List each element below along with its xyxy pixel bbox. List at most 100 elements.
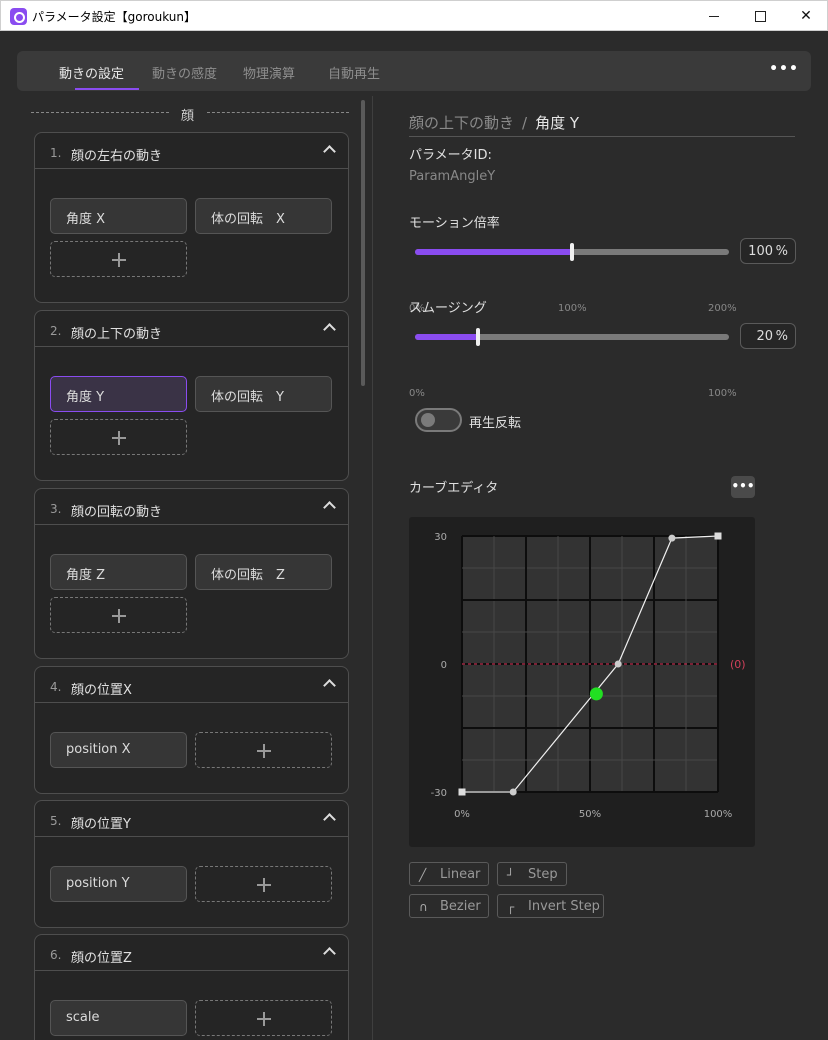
maximize-button[interactable] <box>737 1 783 31</box>
card-face-position-y: 5. 顔の位置Y position Y <box>34 800 349 928</box>
curve-control-point[interactable] <box>509 788 517 796</box>
card-title: 顔の位置X <box>71 683 132 698</box>
step-button[interactable]: ┘ Step <box>497 862 567 886</box>
card-header[interactable]: 2. 顔の上下の動き <box>35 311 348 347</box>
card-title: 顔の左右の動き <box>71 149 163 164</box>
card-number: 1. <box>50 146 62 160</box>
card-header[interactable]: 6. 顔の位置Z <box>35 935 348 971</box>
card-face-position-z: 6. 顔の位置Z scale <box>34 934 349 1040</box>
parameter-detail-panel: 顔の上下の動き / 角度 Y パラメータID: ParamAngleY モーション倍… <box>373 96 827 1040</box>
chevron-up-icon[interactable] <box>323 145 336 158</box>
breadcrumb-parent[interactable]: 顔の上下の動き <box>409 114 514 132</box>
slider-tick-label: 200% <box>708 303 737 314</box>
step-icon: ┘ <box>507 868 515 882</box>
slider-handle[interactable] <box>570 243 574 261</box>
y-tick-label: 30 <box>434 532 447 543</box>
add-param-button[interactable] <box>195 866 332 902</box>
tab-motion-settings[interactable]: 動きの設定 <box>59 63 124 82</box>
invert-step-button[interactable]: ┌ Invert Step <box>497 894 604 918</box>
tab-auto-play[interactable]: 自動再生 <box>328 63 380 82</box>
y-tick-label: 0 <box>441 660 447 671</box>
card-number: 4. <box>50 680 62 694</box>
current-value-marker <box>589 687 603 701</box>
motion-multiplier-value: 100 <box>748 244 773 259</box>
more-options-button[interactable]: ••• <box>769 61 799 81</box>
param-button[interactable]: position X <box>50 732 187 768</box>
card-face-up-down: 2. 顔の上下の動き 角度 Y 体の回転 Y <box>34 310 349 481</box>
linear-label: Linear <box>440 867 481 882</box>
zero-label: (0) <box>730 658 746 671</box>
step-label: Step <box>528 867 558 882</box>
bezier-button[interactable]: ∩ Bezier <box>409 894 489 918</box>
curve-editor-label: カーブエディタ <box>409 481 499 496</box>
chevron-up-icon[interactable] <box>323 813 336 826</box>
param-button[interactable]: 角度 X <box>50 198 187 234</box>
param-id-value: ParamAngleY <box>409 169 496 184</box>
motion-multiplier-slider[interactable] <box>415 243 729 261</box>
x-tick-label: 100% <box>704 809 733 820</box>
add-param-button[interactable] <box>50 597 187 633</box>
curve-endpoint-handle[interactable] <box>458 788 466 796</box>
curve-control-point[interactable] <box>614 660 622 668</box>
chevron-up-icon[interactable] <box>323 947 336 960</box>
minimize-button[interactable] <box>691 1 737 31</box>
toggle-knob <box>421 413 435 427</box>
add-param-button[interactable] <box>195 1000 332 1036</box>
x-tick-label: 50% <box>579 809 601 820</box>
breadcrumb: 顔の上下の動き / 角度 Y <box>409 112 579 133</box>
parameter-list-panel: 顔 1. 顔の左右の動き 角度 X 体の回転 X 2. 顔の上下の動き 角度 Y… <box>1 96 373 1040</box>
tab-physics[interactable]: 物理演算 <box>243 63 295 82</box>
scrollbar[interactable] <box>361 100 365 386</box>
card-header[interactable]: 1. 顔の左右の動き <box>35 133 348 169</box>
add-param-button[interactable] <box>50 419 187 455</box>
x-tick-label: 0% <box>454 809 470 820</box>
app-logo-icon <box>10 8 27 25</box>
card-number: 6. <box>50 948 62 962</box>
card-header[interactable]: 5. 顔の位置Y <box>35 801 348 837</box>
smoothing-input[interactable]: 20 % <box>740 323 796 349</box>
param-button[interactable]: 体の回転 Z <box>195 554 332 590</box>
tab-motion-sensitivity[interactable]: 動きの感度 <box>152 63 217 82</box>
smoothing-slider[interactable] <box>415 328 729 346</box>
add-param-button[interactable] <box>195 732 332 768</box>
motion-multiplier-label: モーション倍率 <box>409 216 500 231</box>
bezier-label: Bezier <box>440 899 481 914</box>
title-bar: パラメータ設定【goroukun】 ✕ <box>0 0 828 31</box>
param-button[interactable]: position Y <box>50 866 187 902</box>
card-header[interactable]: 3. 顔の回転の動き <box>35 489 348 525</box>
chevron-up-icon[interactable] <box>323 679 336 692</box>
chevron-up-icon[interactable] <box>323 501 336 514</box>
param-button-selected[interactable]: 角度 Y <box>50 376 187 412</box>
smoothing-value: 20 <box>756 329 773 344</box>
slider-tick-label: 100% <box>558 303 587 314</box>
param-button[interactable]: 角度 Z <box>50 554 187 590</box>
card-title: 顔の位置Y <box>71 817 131 832</box>
card-title: 顔の回転の動き <box>71 505 163 520</box>
param-button[interactable]: 体の回転 Y <box>195 376 332 412</box>
card-face-position-x: 4. 顔の位置X position X <box>34 666 349 794</box>
section-title: 顔 <box>181 109 195 124</box>
curve-editor-graph[interactable]: (0) 30 0 -30 0% 50% 100% <box>409 517 755 847</box>
invert-step-label: Invert Step <box>528 899 600 914</box>
curve-graph-svg[interactable]: (0) 30 0 -30 0% 50% 100% <box>409 517 755 847</box>
curve-endpoint-handle[interactable] <box>714 532 722 540</box>
y-tick-label: -30 <box>431 788 447 799</box>
curve-options-button[interactable]: ••• <box>731 476 755 498</box>
motion-multiplier-input[interactable]: 100 % <box>740 238 796 264</box>
add-param-button[interactable] <box>50 241 187 277</box>
curve-control-point[interactable] <box>668 534 676 542</box>
bezier-icon: ∩ <box>419 900 428 914</box>
slider-handle[interactable] <box>475 328 480 346</box>
breadcrumb-divider <box>409 136 795 137</box>
active-tab-indicator <box>75 88 139 90</box>
param-button[interactable]: scale <box>50 1000 187 1036</box>
section-divider <box>31 112 169 113</box>
param-button[interactable]: 体の回転 X <box>195 198 332 234</box>
linear-button[interactable]: ╱ Linear <box>409 862 489 886</box>
param-id-label: パラメータID: <box>409 148 492 163</box>
chevron-up-icon[interactable] <box>323 323 336 336</box>
card-face-rotation: 3. 顔の回転の動き 角度 Z 体の回転 Z <box>34 488 349 659</box>
close-button[interactable]: ✕ <box>783 1 828 31</box>
reverse-playback-toggle[interactable] <box>415 408 462 432</box>
card-header[interactable]: 4. 顔の位置X <box>35 667 348 703</box>
